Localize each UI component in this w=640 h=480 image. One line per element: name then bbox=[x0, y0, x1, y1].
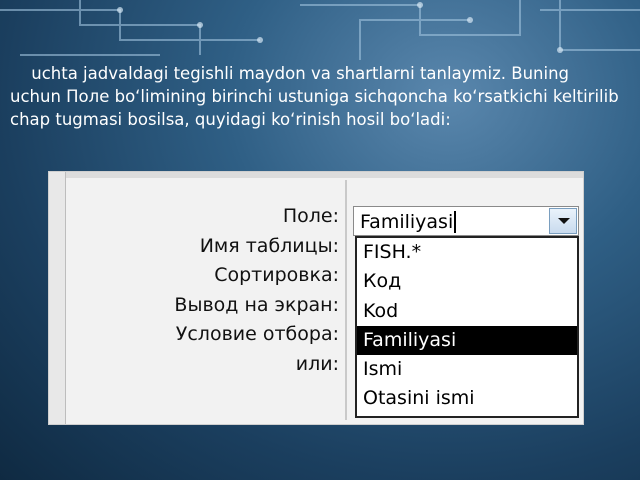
row-label-table: Имя таблицы: bbox=[199, 234, 339, 257]
instruction-body: uchta jadvaldagi tegishli maydon va shar… bbox=[10, 64, 619, 129]
field-combobox-value[interactable]: Familiyasi bbox=[360, 209, 453, 235]
dropdown-option-familiyasi[interactable]: Familiyasi bbox=[357, 325, 577, 356]
query-design-grid: Поле: Имя таблицы: Сортировка: Вывод на … bbox=[48, 171, 584, 425]
circuit-decoration bbox=[0, 0, 640, 60]
field-dropdown-list: FISH.* Код Kod Familiyasi Ismi Otasini i… bbox=[355, 236, 579, 418]
dropdown-option-otasini-ismi[interactable]: Otasini ismi bbox=[357, 384, 577, 413]
dropdown-option-ismi[interactable]: Ismi bbox=[357, 355, 577, 384]
row-label-or: или: bbox=[295, 352, 339, 375]
column-divider bbox=[345, 180, 347, 420]
chevron-down-icon bbox=[558, 218, 570, 224]
dropdown-option-kod[interactable]: Kod bbox=[357, 297, 577, 326]
column-selector-bar[interactable] bbox=[66, 172, 583, 178]
text-caret bbox=[454, 211, 456, 233]
dropdown-button[interactable] bbox=[549, 208, 577, 234]
row-label-show: Вывод на экран: bbox=[174, 293, 339, 316]
field-combobox[interactable]: Familiyasi bbox=[353, 206, 579, 236]
row-selector-strip[interactable] bbox=[49, 172, 66, 424]
row-label-criteria: Условие отбора: bbox=[175, 323, 339, 345]
instruction-text: uchta jadvaldagi tegishli maydon va shar… bbox=[10, 62, 625, 131]
dropdown-option-kod-cyrillic[interactable]: Код bbox=[357, 267, 577, 296]
row-label-sort: Сортировка: bbox=[214, 264, 339, 286]
grid-row-labels: Поле: Имя таблицы: Сортировка: Вывод на … bbox=[144, 202, 339, 379]
dropdown-option-fish[interactable]: FISH.* bbox=[357, 238, 577, 267]
row-label-field: Поле: bbox=[282, 205, 339, 227]
